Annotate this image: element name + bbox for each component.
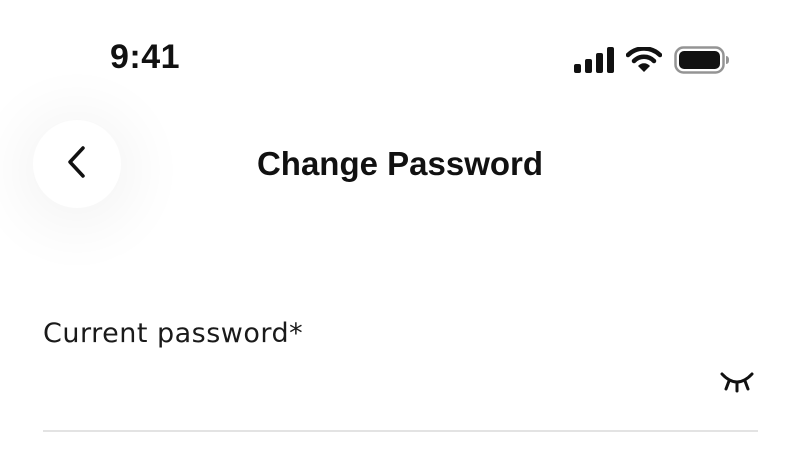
current-password-label: Current password* bbox=[43, 318, 304, 349]
status-time: 9:41 bbox=[110, 38, 181, 76]
wifi-icon bbox=[626, 47, 662, 73]
current-password-input[interactable] bbox=[43, 360, 703, 404]
field-underline bbox=[43, 430, 758, 432]
eye-closed-icon[interactable] bbox=[715, 364, 759, 400]
cellular-signal-icon bbox=[574, 47, 614, 73]
battery-icon bbox=[674, 46, 730, 74]
status-icons bbox=[574, 44, 730, 76]
change-password-screen: 9:41 Change Password Current password* bbox=[0, 0, 800, 450]
page-title: Change Password bbox=[256, 145, 544, 182]
